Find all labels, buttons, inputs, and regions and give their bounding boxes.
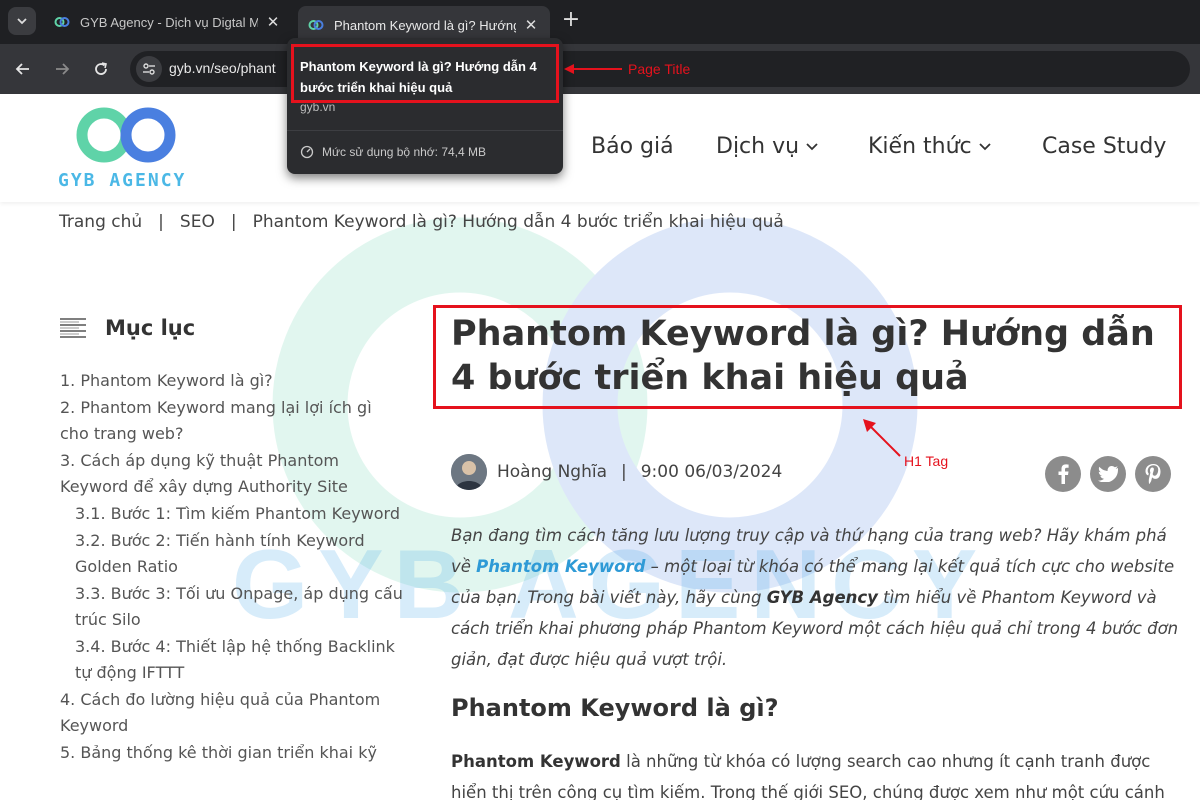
tab-title: GYB Agency - Dịch vụ Digtal M bbox=[80, 14, 258, 30]
url-text: gyb.vn/seo/phant bbox=[169, 60, 276, 76]
forward-button[interactable] bbox=[49, 56, 75, 82]
hover-card-title: Phantom Keyword là gì? Hướng dẫn 4 bước … bbox=[300, 59, 537, 95]
menu-label: Dịch vụ bbox=[716, 134, 800, 159]
person-icon bbox=[451, 454, 487, 490]
tab-title: Phantom Keyword là gì? Hướng bbox=[334, 17, 516, 33]
memory-usage-text: Mức sử dụng bộ nhớ: 74,4 MB bbox=[322, 145, 487, 159]
article-intro: Bạn đang tìm cách tăng lưu lượng truy cậ… bbox=[451, 520, 1183, 675]
arrow-right-icon bbox=[56, 63, 70, 75]
menu-label: Kiến thức bbox=[868, 134, 972, 159]
reload-button[interactable] bbox=[88, 56, 114, 82]
breadcrumb: Trang chủ | SEO | Phantom Keyword là gì?… bbox=[59, 212, 784, 232]
toc-subitem[interactable]: 3.3. Bước 3: Tối ưu Onpage, áp dụng cấu … bbox=[60, 581, 405, 633]
menu-case-study[interactable]: Case Study bbox=[1042, 134, 1166, 159]
brand-mention: GYB Agency bbox=[766, 588, 878, 607]
back-button[interactable] bbox=[10, 56, 36, 82]
gyb-favicon-icon bbox=[308, 20, 324, 30]
meta-separator: | bbox=[621, 462, 627, 482]
toc-title: Mục lục bbox=[105, 316, 196, 340]
menu-kien-thuc[interactable]: Kiến thức bbox=[868, 134, 992, 159]
menu-bao-gia[interactable]: Báo giá bbox=[591, 134, 674, 159]
page-title-annotation: Page Title bbox=[628, 61, 691, 77]
pinterest-share-button[interactable] bbox=[1135, 456, 1171, 492]
toc-item[interactable]: 2. Phantom Keyword mang lại lợi ích gì c… bbox=[60, 395, 405, 447]
phantom-keyword-link[interactable]: Phantom Keyword bbox=[476, 557, 645, 576]
author-name[interactable]: Hoàng Nghĩa bbox=[497, 462, 607, 482]
gyb-favicon-icon bbox=[54, 17, 70, 27]
chevron-down-icon bbox=[17, 18, 27, 25]
site-info-button[interactable] bbox=[136, 56, 162, 82]
annotation-arrow-icon bbox=[863, 419, 901, 457]
breadcrumb-home[interactable]: Trang chủ bbox=[59, 212, 142, 232]
toc-subitem[interactable]: 3.2. Bước 2: Tiến hành tính Keyword Gold… bbox=[60, 528, 405, 580]
breadcrumb-separator: | bbox=[158, 212, 164, 232]
toc-item[interactable]: 1. Phantom Keyword là gì? bbox=[60, 368, 405, 394]
chevron-down-icon bbox=[978, 142, 991, 150]
article-paragraph: Phantom Keyword là những từ khóa có lượn… bbox=[451, 746, 1183, 800]
author-avatar[interactable] bbox=[451, 454, 487, 490]
bold-term: Phantom Keyword bbox=[451, 752, 621, 771]
toc-item[interactable]: 3. Cách áp dụng kỹ thuật Phantom Keyword… bbox=[60, 448, 405, 500]
tab-hover-card: Phantom Keyword là gì? Hướng dẫn 4 bước … bbox=[287, 38, 563, 174]
facebook-share-button[interactable] bbox=[1045, 456, 1081, 492]
h1-tag-annotation: H1 Tag bbox=[904, 453, 949, 469]
logo-text[interactable]: GYB AGENCY bbox=[58, 170, 186, 191]
toc-item[interactable]: 4. Cách đo lường hiệu quả của Phantom Ke… bbox=[60, 687, 405, 739]
annotation-arrow-icon bbox=[564, 64, 622, 74]
toc-subitem[interactable]: 3.1. Bước 1: Tìm kiếm Phantom Keyword bbox=[60, 501, 405, 527]
toc-item[interactable]: 5. Bảng thống kê thời gian triển khai kỹ bbox=[60, 740, 405, 766]
section-heading: Phantom Keyword là gì? bbox=[451, 694, 779, 722]
gyb-logo-icon[interactable] bbox=[76, 106, 178, 164]
toc-subitem[interactable]: 3.4. Bước 4: Thiết lập hệ thống Backlink… bbox=[60, 634, 405, 686]
tab-gyb-agency[interactable]: GYB Agency - Dịch vụ Digtal M ✕ bbox=[44, 6, 292, 38]
divider bbox=[287, 130, 563, 131]
publish-datetime: 9:00 06/03/2024 bbox=[640, 462, 783, 482]
menu-label: Case Study bbox=[1042, 134, 1167, 159]
toc-header[interactable]: Mục lục bbox=[59, 316, 195, 340]
new-tab-button[interactable]: + bbox=[560, 8, 582, 34]
breadcrumb-separator: | bbox=[230, 212, 237, 232]
chevron-down-icon bbox=[806, 142, 818, 150]
article-meta: Hoàng Nghĩa | 9:00 06/03/2024 bbox=[451, 454, 782, 490]
article-h1: Phantom Keyword là gì? Hướng dẫn 4 bước … bbox=[451, 314, 1155, 398]
twitter-share-button[interactable] bbox=[1090, 456, 1126, 492]
list-icon bbox=[60, 318, 86, 338]
hover-card-memory: Mức sử dụng bộ nhớ: 74,4 MB bbox=[300, 145, 486, 159]
breadcrumb-current: Phantom Keyword là gì? Hướng dẫn 4 bước … bbox=[252, 212, 784, 232]
twitter-icon bbox=[1098, 466, 1118, 482]
close-tab-icon[interactable]: ✕ bbox=[522, 16, 540, 34]
pinterest-icon bbox=[1145, 464, 1161, 484]
menu-label: Báo giá bbox=[591, 134, 674, 159]
breadcrumb-seo[interactable]: SEO bbox=[180, 212, 215, 232]
hover-card-domain: gyb.vn bbox=[300, 100, 336, 114]
close-tab-icon[interactable]: ✕ bbox=[264, 13, 282, 31]
table-of-contents: 1. Phantom Keyword là gì? 2. Phantom Key… bbox=[60, 368, 405, 767]
tab-search-button[interactable] bbox=[8, 7, 36, 35]
reload-icon bbox=[95, 62, 107, 75]
facebook-icon bbox=[1058, 464, 1069, 484]
tune-icon bbox=[143, 63, 155, 75]
menu-dich-vu[interactable]: Dịch vụ bbox=[716, 134, 819, 159]
gauge-icon bbox=[300, 145, 314, 159]
browser-tab-bar: GYB Agency - Dịch vụ Digtal M ✕ Phantom … bbox=[0, 0, 1200, 44]
arrow-left-icon bbox=[15, 63, 29, 75]
